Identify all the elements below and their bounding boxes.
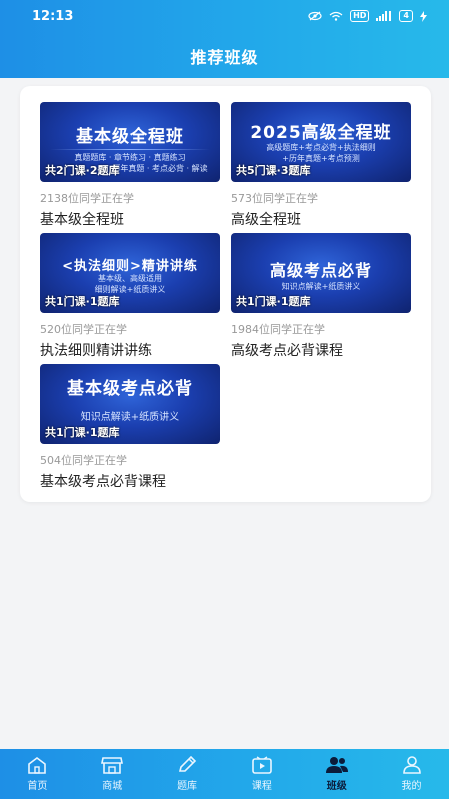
status-time: 12:13: [32, 8, 74, 24]
learner-count: 504位同学正在学: [40, 454, 127, 467]
tab-label: 班级: [326, 781, 347, 792]
cover-subtitle: 知识点解读+纸质讲义: [80, 412, 180, 423]
tab-label: 题库: [177, 781, 198, 792]
course-cover[interactable]: 2025高级全程班 高级题库+考点必背+执法细则 +历年真题+考点预测 共5门课…: [231, 102, 411, 182]
status-icons: HD 4: [308, 10, 427, 22]
group-icon: [325, 757, 348, 773]
course-name[interactable]: 基本级全程班: [40, 209, 220, 229]
charging-icon: [420, 10, 427, 22]
bottom-tab-bar: 首页 商城 题库 课程 班级 我的: [0, 749, 449, 799]
course-count: 共1门课·1题库: [45, 295, 120, 308]
tab-label: 我的: [401, 781, 422, 792]
cover-title: 2025高级全程班: [250, 123, 392, 143]
page-title: 推荐班级: [190, 48, 259, 67]
tab-label: 首页: [27, 781, 48, 792]
cover-title: <执法细则>精讲讲练: [62, 259, 198, 274]
course-name[interactable]: 高级考点必背课程: [231, 340, 411, 360]
wifi-icon: [329, 11, 343, 21]
cover-subtitle: 高级题库+考点必背+执法细则: [266, 143, 376, 152]
battery-indicator: 4: [399, 10, 413, 22]
learner-count: 520位同学正在学: [40, 323, 127, 336]
learner-count: 573位同学正在学: [231, 192, 318, 205]
course-item[interactable]: 基本级全程班 真题题库 · 章节练习 · 真题练习 历年真题 · 考点必背 · …: [40, 102, 220, 229]
pencil-icon: [179, 756, 197, 772]
cover-divider: [50, 149, 210, 150]
course-item[interactable]: 2025高级全程班 高级题库+考点必背+执法细则 +历年真题+考点预测 共5门课…: [231, 102, 411, 229]
tab-courses[interactable]: 课程: [232, 756, 292, 792]
course-count: 共1门课·1题库: [45, 426, 120, 439]
cover-subtitle: 基本级、高级适用: [98, 274, 162, 283]
course-cover[interactable]: 基本级考点必背 知识点解读+纸质讲义 共1门课·1题库: [40, 364, 220, 444]
tab-label: 课程: [251, 781, 272, 792]
course-name[interactable]: 高级全程班: [231, 209, 411, 229]
status-bar: 12:13 HD 4: [0, 0, 449, 32]
tab-home[interactable]: 首页: [7, 756, 67, 792]
course-item[interactable]: <执法细则>精讲讲练 基本级、高级适用 细则解读+纸质讲义 共1门课·1题库 5…: [40, 233, 220, 360]
course-item[interactable]: 基本级考点必背 知识点解读+纸质讲义 共1门课·1题库 504位同学正在学 基本…: [40, 364, 220, 491]
course-item[interactable]: 高级考点必背 知识点解读+纸质讲义 共1门课·1题库 1984位同学正在学 高级…: [231, 233, 411, 360]
tab-question-bank[interactable]: 题库: [157, 756, 217, 792]
cover-title: 高级考点必背: [269, 261, 372, 280]
course-list-card: 基本级全程班 真题题库 · 章节练习 · 真题练习 历年真题 · 考点必背 · …: [20, 86, 431, 502]
app-header: 12:13 HD 4 推荐班级: [0, 0, 449, 78]
course-count: 共1门课·1题库: [236, 295, 311, 308]
course-name[interactable]: 基本级考点必背课程: [40, 471, 220, 491]
course-cover[interactable]: <执法细则>精讲讲练 基本级、高级适用 细则解读+纸质讲义 共1门课·1题库: [40, 233, 220, 313]
video-icon: [252, 756, 272, 774]
tab-store[interactable]: 商城: [82, 756, 142, 792]
store-icon: [101, 757, 124, 774]
course-cover[interactable]: 高级考点必背 知识点解读+纸质讲义 共1门课·1题库: [231, 233, 411, 313]
cover-subtitle: 知识点解读+纸质讲义: [281, 282, 361, 291]
cover-title: 基本级全程班: [76, 127, 184, 147]
signal-icon: [376, 11, 392, 21]
tab-class[interactable]: 班级: [307, 756, 367, 792]
eye-off-icon: [308, 11, 322, 21]
home-icon: [28, 757, 47, 774]
learner-count: 2138位同学正在学: [40, 192, 134, 205]
tab-mine[interactable]: 我的: [382, 756, 442, 792]
course-name[interactable]: 执法细则精讲讲练: [40, 340, 220, 360]
course-count: 共2门课·2题库: [45, 164, 120, 177]
course-cover[interactable]: 基本级全程班 真题题库 · 章节练习 · 真题练习 历年真题 · 考点必背 · …: [40, 102, 220, 182]
cover-title: 基本级考点必背: [67, 379, 193, 399]
hd-badge: HD: [350, 10, 370, 22]
learner-count: 1984位同学正在学: [231, 323, 325, 336]
tab-label: 商城: [102, 781, 123, 792]
user-icon: [402, 756, 421, 774]
course-count: 共5门课·3题库: [236, 164, 311, 177]
